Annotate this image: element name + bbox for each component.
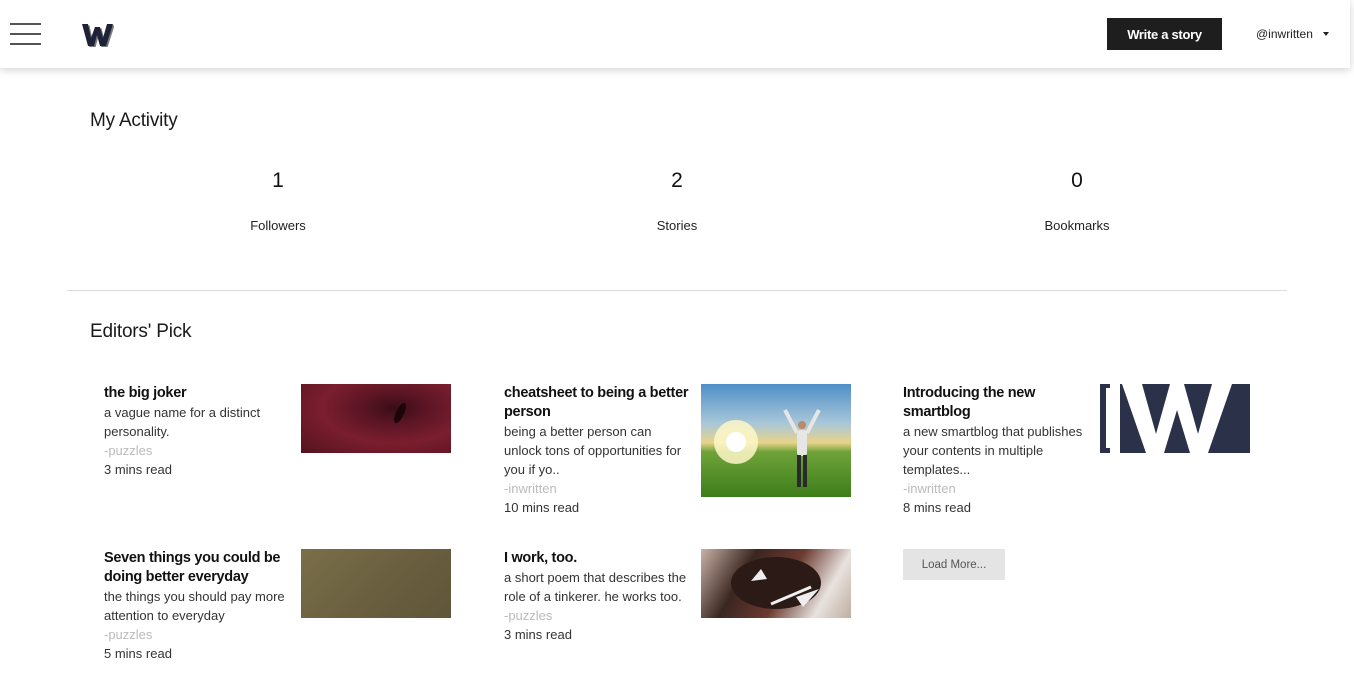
story-author[interactable]: -puzzles — [104, 441, 289, 460]
followers-count: 1 — [272, 169, 284, 192]
write-story-button[interactable]: Write a story — [1107, 18, 1222, 50]
story-title[interactable]: Seven things you could be doing better e… — [104, 549, 289, 587]
story-read-time: 3 mins read — [504, 627, 572, 642]
story-description: the things you should pay more attention… — [104, 589, 285, 623]
story-title[interactable]: the big joker — [104, 384, 289, 403]
story-read-time: 5 mins read — [104, 646, 172, 661]
stories-label: Stories — [656, 218, 698, 233]
top-navbar: Write a story @inwritten — [0, 0, 1350, 68]
followers-label: Followers — [250, 218, 306, 233]
story-thumbnail[interactable] — [701, 384, 851, 497]
stories-count: 2 — [671, 169, 683, 192]
bookmarks-count: 0 — [1071, 169, 1083, 192]
username-label: @inwritten — [1256, 27, 1313, 41]
stories-stat[interactable]: 2 Stories — [577, 167, 777, 233]
user-menu-dropdown[interactable]: @inwritten — [1256, 26, 1329, 42]
hamburger-icon[interactable] — [10, 22, 42, 46]
story-author[interactable]: -inwritten — [504, 479, 689, 498]
story-description: a short poem that describes the role of … — [504, 570, 687, 604]
story-author[interactable]: -puzzles — [504, 606, 689, 625]
load-more-button[interactable]: Load More... — [903, 549, 1005, 580]
editors-pick-heading: Editors' Pick — [90, 321, 192, 342]
story-thumbnail[interactable] — [301, 384, 451, 453]
followers-stat[interactable]: 1 Followers — [178, 167, 378, 233]
story-title[interactable]: Introducing the new smartblog — [903, 384, 1088, 422]
bookmarks-stat[interactable]: 0 Bookmarks — [977, 167, 1177, 233]
story-read-time: 8 mins read — [903, 500, 971, 515]
story-author[interactable]: -inwritten — [903, 479, 1088, 498]
story-author[interactable]: -puzzles — [104, 625, 289, 644]
story-read-time: 10 mins read — [504, 500, 580, 515]
story-title[interactable]: I work, too. — [504, 549, 689, 568]
story-thumbnail[interactable] — [701, 549, 851, 618]
story-title[interactable]: cheatsheet to being a better person — [504, 384, 689, 422]
caret-down-icon — [1322, 32, 1329, 36]
story-read-time: 3 mins read — [104, 462, 172, 477]
my-activity-heading: My Activity — [90, 110, 178, 131]
story-thumbnail[interactable] — [301, 549, 451, 618]
bookmarks-label: Bookmarks — [1044, 218, 1110, 233]
section-divider — [67, 290, 1287, 291]
story-description: a vague name for a distinct personality. — [104, 405, 261, 439]
story-thumbnail[interactable] — [1100, 384, 1250, 453]
story-description: a new smartblog that publishes your cont… — [903, 424, 1083, 477]
w-logo-icon[interactable] — [80, 21, 114, 47]
story-description: being a better person can unlock tons of… — [504, 424, 682, 477]
